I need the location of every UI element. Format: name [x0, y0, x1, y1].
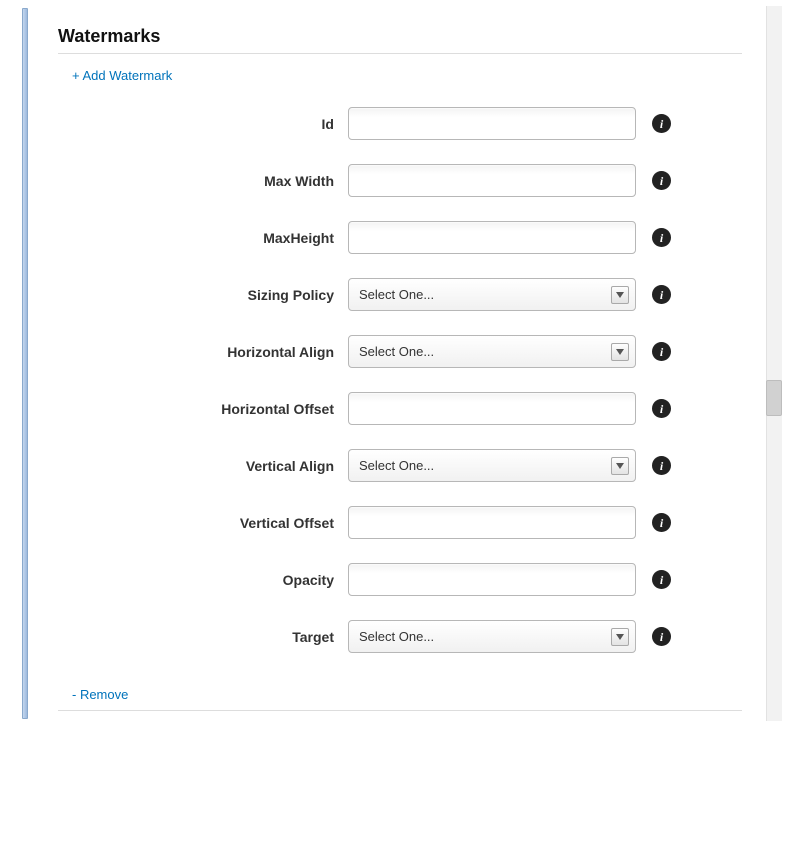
sizingPolicy-select[interactable]: Select One... — [348, 278, 636, 311]
add-watermark-link[interactable]: + Add Watermark — [58, 64, 742, 93]
section-divider — [58, 710, 742, 711]
info-icon[interactable]: i — [652, 342, 671, 361]
opacity-input[interactable] — [348, 563, 636, 596]
scrollbar-thumb[interactable] — [766, 380, 782, 416]
sizingPolicy-label: Sizing Policy — [58, 287, 348, 303]
horizontalOffset-input[interactable] — [348, 392, 636, 425]
maxWidth-label: Max Width — [58, 173, 348, 189]
info-icon[interactable]: i — [652, 456, 671, 475]
info-icon[interactable]: i — [652, 513, 671, 532]
target-label: Target — [58, 629, 348, 645]
maxHeight-input[interactable] — [348, 221, 636, 254]
target-select-text: Select One... — [359, 629, 434, 644]
scrollbar-track[interactable] — [766, 6, 782, 721]
form-row-target: Target Select One... i — [58, 620, 742, 653]
chevron-down-icon[interactable] — [611, 286, 629, 304]
info-icon[interactable]: i — [652, 228, 671, 247]
chevron-down-icon[interactable] — [611, 457, 629, 475]
chevron-down-icon[interactable] — [611, 343, 629, 361]
verticalOffset-input[interactable] — [348, 506, 636, 539]
verticalOffset-label: Vertical Offset — [58, 515, 348, 531]
remove-watermark-link[interactable]: - Remove — [58, 677, 742, 710]
horizontalAlign-select[interactable]: Select One... — [348, 335, 636, 368]
horizontalAlign-label: Horizontal Align — [58, 344, 348, 360]
target-select[interactable]: Select One... — [348, 620, 636, 653]
form-row-sizingPolicy: Sizing Policy Select One... i — [58, 278, 742, 311]
maxWidth-input[interactable] — [348, 164, 636, 197]
info-icon[interactable]: i — [652, 399, 671, 418]
left-accent-bar — [22, 8, 28, 719]
verticalAlign-select[interactable]: Select One... — [348, 449, 636, 482]
info-icon[interactable]: i — [652, 114, 671, 133]
opacity-label: Opacity — [58, 572, 348, 588]
info-icon[interactable]: i — [652, 171, 671, 190]
form-row-opacity: Opacity i — [58, 563, 742, 596]
form-row-horizontalOffset: Horizontal Offset i — [58, 392, 742, 425]
horizontalAlign-select-text: Select One... — [359, 344, 434, 359]
info-icon[interactable]: i — [652, 285, 671, 304]
form-row-verticalOffset: Vertical Offset i — [58, 506, 742, 539]
chevron-down-icon[interactable] — [611, 628, 629, 646]
id-label: Id — [58, 116, 348, 132]
form-row-horizontalAlign: Horizontal Align Select One... i — [58, 335, 742, 368]
info-icon[interactable]: i — [652, 627, 671, 646]
info-icon[interactable]: i — [652, 570, 671, 589]
verticalAlign-select-text: Select One... — [359, 458, 434, 473]
sizingPolicy-select-text: Select One... — [359, 287, 434, 302]
section-title: Watermarks — [58, 12, 742, 54]
horizontalOffset-label: Horizontal Offset — [58, 401, 348, 417]
form-row-maxWidth: Max Width i — [58, 164, 742, 197]
form-row-id: Id i — [58, 107, 742, 140]
form-row-maxHeight: MaxHeight i — [58, 221, 742, 254]
verticalAlign-label: Vertical Align — [58, 458, 348, 474]
form-row-verticalAlign: Vertical Align Select One... i — [58, 449, 742, 482]
id-input[interactable] — [348, 107, 636, 140]
maxHeight-label: MaxHeight — [58, 230, 348, 246]
